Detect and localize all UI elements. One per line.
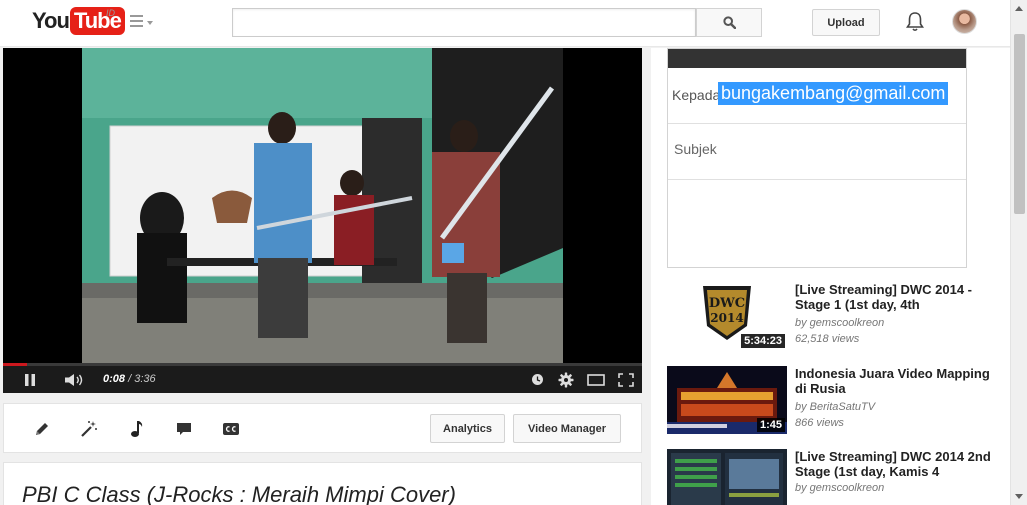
scroll-down-arrow-icon[interactable] <box>1015 494 1023 499</box>
guide-menu-button[interactable] <box>130 15 156 31</box>
related-video-views: 62,518 views <box>795 333 860 345</box>
video-title: PBI C Class (J-Rocks : Meraih Mimpi Cove… <box>22 482 456 505</box>
video-duration-badge: 5:34:23 <box>741 334 785 348</box>
related-video-views: 866 views <box>795 417 844 429</box>
settings-button[interactable] <box>555 366 577 393</box>
current-time: 0:08 <box>103 373 126 385</box>
edit-button[interactable] <box>31 418 53 440</box>
pause-icon <box>25 373 35 386</box>
bell-icon <box>906 12 924 32</box>
captions-icon <box>223 423 239 435</box>
related-video-item[interactable]: DWC 2014 5:34:23 [Live Streaming] DWC 20… <box>667 282 1002 352</box>
related-video-title[interactable]: Indonesia Juara Video Mapping di Rusia <box>795 366 1000 396</box>
recipient-field[interactable]: Kepada bungakembang@gmail.com <box>668 68 966 124</box>
theater-mode-icon <box>587 373 605 386</box>
logo-you-text: You <box>32 8 70 33</box>
svg-text:DWC: DWC <box>709 296 745 311</box>
watch-later-button[interactable] <box>527 366 547 393</box>
youtube-watch-page: You Tube ID Upload 0:08 / 3:36 Analytics… <box>0 0 1027 505</box>
video-player[interactable]: 0:08 / 3:36 <box>3 48 642 393</box>
email-share-form: Kepada bungakembang@gmail.com Subjek <box>667 48 967 268</box>
annotations-button[interactable] <box>173 418 195 440</box>
related-video-title[interactable]: [Live Streaming] DWC 2014 2nd Stage (1st… <box>795 449 1000 479</box>
related-video-title[interactable]: [Live Streaming] DWC 2014 - Stage 1 (1st… <box>795 282 1000 312</box>
video-duration-badge: 1:45 <box>756 418 785 432</box>
share-form-header <box>668 49 966 68</box>
theater-mode-button[interactable] <box>585 366 607 393</box>
duration: 3:36 <box>134 373 156 385</box>
pause-button[interactable] <box>17 366 43 393</box>
video-info-card: PBI C Class (J-Rocks : Meraih Mimpi Cove… <box>3 462 642 505</box>
related-video-item[interactable]: 1:45 Indonesia Juara Video Mapping di Ru… <box>667 366 1002 436</box>
upload-button[interactable]: Upload <box>812 9 880 36</box>
svg-text:2014: 2014 <box>710 311 743 325</box>
gear-icon <box>558 372 574 387</box>
comment-icon <box>177 423 191 435</box>
video-scene-image <box>82 48 563 363</box>
search-button[interactable] <box>696 8 762 37</box>
recipient-label: Kepada <box>672 87 721 103</box>
account-avatar[interactable] <box>952 9 977 34</box>
search-input[interactable] <box>232 8 696 37</box>
scroll-up-arrow-icon[interactable] <box>1015 6 1023 11</box>
volume-button[interactable] <box>61 366 87 393</box>
related-video-thumbnail[interactable]: 1:45 <box>667 366 787 434</box>
subject-field[interactable]: Subjek <box>668 124 966 180</box>
related-video-channel[interactable]: by gemscoolkreon <box>795 482 884 494</box>
pencil-icon <box>36 423 48 435</box>
video-manager-button[interactable]: Video Manager <box>513 414 621 443</box>
country-code: ID <box>106 8 115 18</box>
sidebar: Kepada bungakembang@gmail.com Subjek DWC… <box>651 48 1010 505</box>
video-frame[interactable] <box>82 48 563 363</box>
related-video-thumbnail[interactable] <box>667 449 787 505</box>
enhancements-button[interactable] <box>78 418 100 440</box>
hamburger-icon <box>130 15 143 17</box>
creator-action-bar: Analytics Video Manager <box>3 403 642 453</box>
stream-screen-image <box>667 449 787 505</box>
volume-icon <box>65 373 83 386</box>
related-video-item[interactable]: [Live Streaming] DWC 2014 2nd Stage (1st… <box>667 449 1002 505</box>
scrollbar-thumb[interactable] <box>1014 34 1025 214</box>
page-scrollbar[interactable] <box>1010 0 1027 505</box>
logo-tube-text: Tube <box>69 7 125 35</box>
time-separator: / <box>125 373 135 385</box>
notifications-button[interactable] <box>905 11 925 33</box>
analytics-button[interactable]: Analytics <box>430 414 505 443</box>
magic-wand-icon <box>81 421 97 437</box>
subject-placeholder: Subjek <box>674 141 717 157</box>
fullscreen-icon <box>618 372 634 387</box>
captions-button[interactable] <box>220 418 242 440</box>
clock-icon <box>531 374 543 385</box>
related-video-thumbnail[interactable]: DWC 2014 5:34:23 <box>667 282 787 350</box>
search-icon <box>722 16 736 29</box>
recipient-input[interactable]: bungakembang@gmail.com <box>718 82 949 105</box>
related-video-channel[interactable]: by gemscoolkreon <box>795 317 884 329</box>
dropdown-caret-icon <box>147 21 153 25</box>
music-note-icon <box>131 421 143 437</box>
audio-button[interactable] <box>126 418 148 440</box>
time-display: 0:08 / 3:36 <box>103 373 156 385</box>
masthead: You Tube ID Upload <box>0 0 1010 47</box>
player-controls: 0:08 / 3:36 <box>3 366 642 393</box>
fullscreen-button[interactable] <box>615 366 637 393</box>
related-video-channel[interactable]: by BeritaSatuTV <box>795 401 875 413</box>
